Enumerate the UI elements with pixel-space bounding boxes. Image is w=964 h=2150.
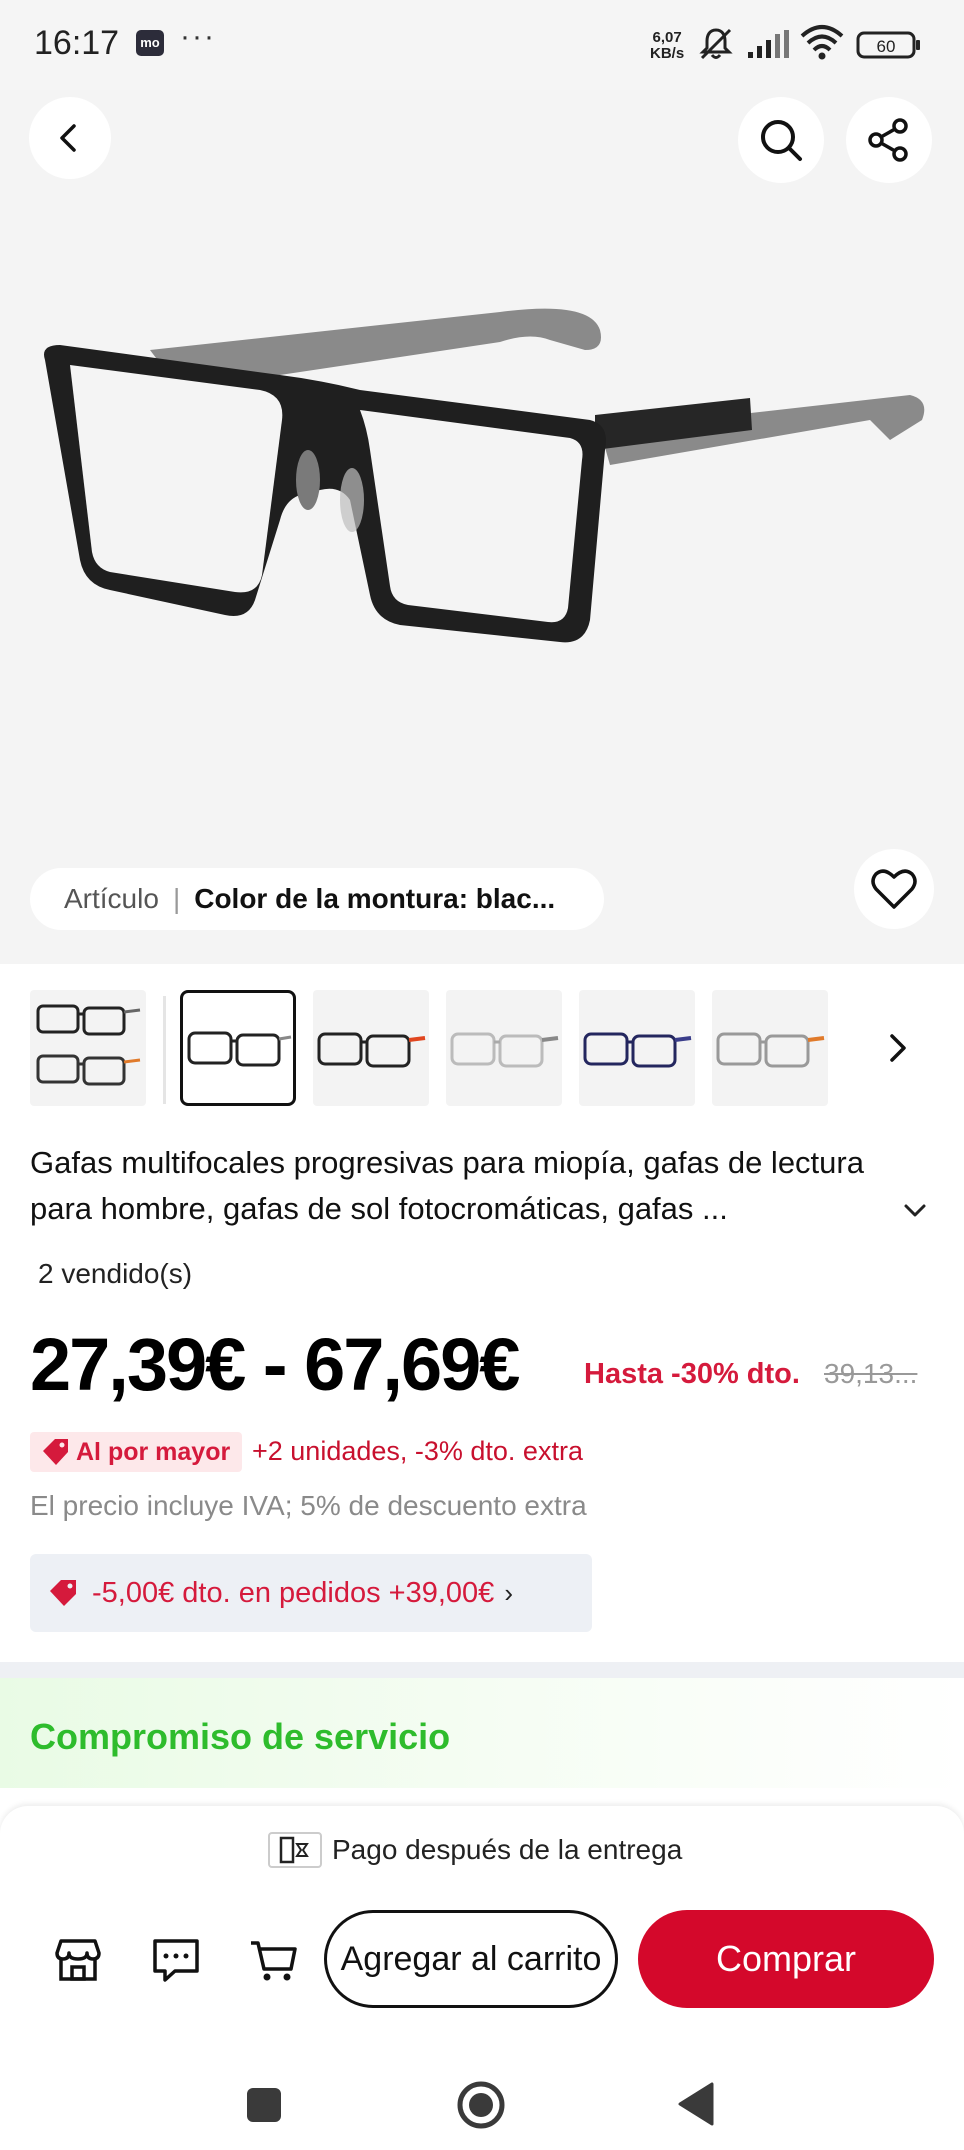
store-button[interactable] (48, 1930, 108, 1990)
signal-icon (746, 30, 790, 65)
vat-info: El precio incluye IVA; 5% de descuento e… (30, 1490, 587, 1521)
chevron-right-icon (890, 1034, 906, 1062)
wifi-icon (800, 24, 844, 65)
wishlist-button[interactable] (854, 849, 934, 929)
recent-apps-button[interactable] (245, 2086, 283, 2129)
thumbnail-image (317, 1032, 426, 1068)
sold-count: 2 vendido(s) (38, 1258, 193, 1289)
back-nav-icon (678, 2082, 714, 2126)
pay-after-delivery-label: Pago después de la entrega (332, 1834, 683, 1865)
discount-label: Hasta -30% dto. (584, 1358, 800, 1390)
variant-caption[interactable]: Artículo | Color de la montura: blac... (30, 868, 604, 930)
expand-title-button[interactable] (902, 1200, 928, 1225)
caption-label: Artículo (64, 883, 159, 914)
thumbnail-combo[interactable] (30, 990, 146, 1106)
thumbnail-image (450, 1032, 559, 1068)
heart-icon (871, 869, 917, 909)
tag-icon (43, 1439, 68, 1465)
section-divider (0, 1662, 964, 1678)
share-button[interactable] (846, 97, 932, 183)
thumbnail-black-orange[interactable] (313, 990, 429, 1106)
thumbnail-divider (163, 996, 166, 1104)
wholesale-badge: Al por mayor (30, 1432, 243, 1472)
thumbnail-image (36, 1004, 141, 1086)
chat-button[interactable] (146, 1930, 206, 1990)
network-speed-unit: KB/s (650, 45, 685, 62)
battery-level: 60 (877, 37, 896, 56)
back-button[interactable] (29, 97, 111, 179)
network-speed-value: 6,07 (652, 29, 682, 46)
thumbnail-clear-orange[interactable] (712, 990, 828, 1106)
app-notification-icon: mo (136, 30, 164, 56)
search-button[interactable] (738, 97, 824, 183)
status-bar: 16:17 mo ··· 6,07 KB/s 60 (0, 0, 964, 90)
chat-icon (153, 1939, 199, 1982)
caption-value: Color de la montura: blac... (194, 883, 556, 914)
thumbnail-clear-gray[interactable] (446, 990, 562, 1106)
cart-icon (251, 1941, 297, 1981)
home-button[interactable] (456, 2080, 506, 2135)
buy-now-button[interactable]: Comprar (638, 1910, 934, 2008)
add-to-cart-button[interactable]: Agregar al carrito (324, 1910, 618, 2008)
service-title: Compromiso de servicio (30, 1716, 451, 1757)
recent-apps-icon (247, 2088, 281, 2122)
service-commitment-section[interactable]: Compromiso de servicio (0, 1678, 964, 1788)
bottom-action-bar: Pago después de la entrega Agregar al ca… (0, 1806, 964, 2056)
glasses-product-image (44, 308, 925, 643)
product-image-gallery[interactable]: Artículo | Color de la montura: blac... (0, 90, 964, 964)
caption-separator: | (172, 883, 181, 914)
payment-icon (268, 1832, 322, 1868)
coupon-banner[interactable]: -5,00€ dto. en pedidos +39,00€ › (30, 1554, 592, 1632)
search-icon (761, 120, 802, 161)
mute-icon (696, 24, 736, 69)
coupon-tag-icon (50, 1580, 76, 1606)
wholesale-badge-label: Al por mayor (76, 1437, 231, 1466)
thumbnails-next-button[interactable] (884, 1028, 914, 1073)
price-range: 27,39€ - 67,69€ (30, 1323, 520, 1406)
chevron-down-icon (904, 1204, 926, 1217)
cart-button[interactable] (244, 1930, 304, 1990)
status-time: 16:17 (34, 24, 120, 62)
more-notifications-icon: ··· (180, 20, 216, 53)
wholesale-offer: +2 unidades, -3% dto. extra (252, 1436, 583, 1466)
variant-thumbnails (0, 990, 964, 1114)
back-icon (60, 124, 76, 152)
store-icon (55, 1939, 101, 1981)
thumbnail-black-gray[interactable] (180, 990, 296, 1106)
thumbnail-navy-blue[interactable] (579, 990, 695, 1106)
original-price: 39,13... (824, 1358, 918, 1389)
chevron-right-icon: › (504, 1577, 513, 1608)
thumbnail-image (187, 1031, 292, 1067)
home-icon (457, 2081, 505, 2129)
thumbnail-image (583, 1032, 692, 1068)
system-navigation-bar (0, 2056, 964, 2150)
product-title: Gafas multifocales progresivas para miop… (30, 1145, 864, 1226)
pay-after-delivery: Pago después de la entrega (268, 1832, 682, 1868)
share-icon (868, 118, 908, 162)
back-nav-button[interactable] (676, 2082, 716, 2131)
coupon-text: -5,00€ dto. en pedidos +39,00€ (92, 1576, 495, 1609)
thumbnail-image (716, 1032, 825, 1068)
battery-icon: 60 (856, 30, 922, 65)
network-speed: 6,07 KB/s (650, 30, 684, 62)
